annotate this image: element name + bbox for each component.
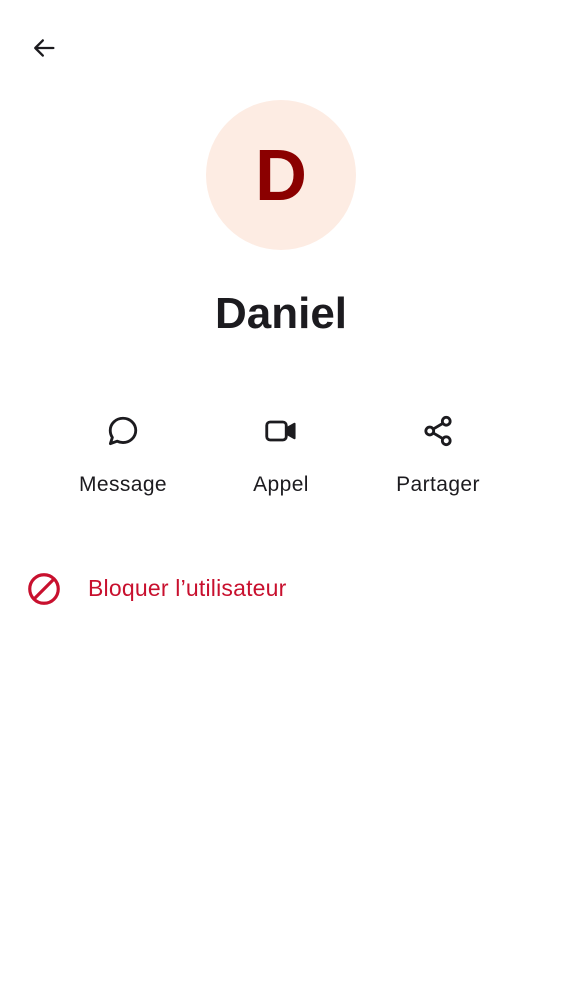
action-bar: Message Appel Partager [0,404,562,514]
call-label: Appel [253,473,309,496]
avatar-initial: D [255,136,307,216]
chat-bubble-icon [103,411,143,451]
avatar: D [206,100,356,250]
block-user-button[interactable]: Bloquer l’utilisateur [0,556,562,620]
share-label: Partager [396,473,480,496]
video-camera-icon [261,411,301,451]
block-user-label: Bloquer l’utilisateur [88,575,287,601]
call-button[interactable]: Appel [211,404,351,514]
contact-name: Daniel [214,289,348,338]
share-button[interactable]: Partager [368,404,508,514]
arrow-back-icon [30,34,58,67]
back-button[interactable] [20,26,68,74]
share-icon [418,411,458,451]
message-button[interactable]: Message [53,404,193,514]
block-icon [24,569,64,609]
message-label: Message [78,473,167,496]
